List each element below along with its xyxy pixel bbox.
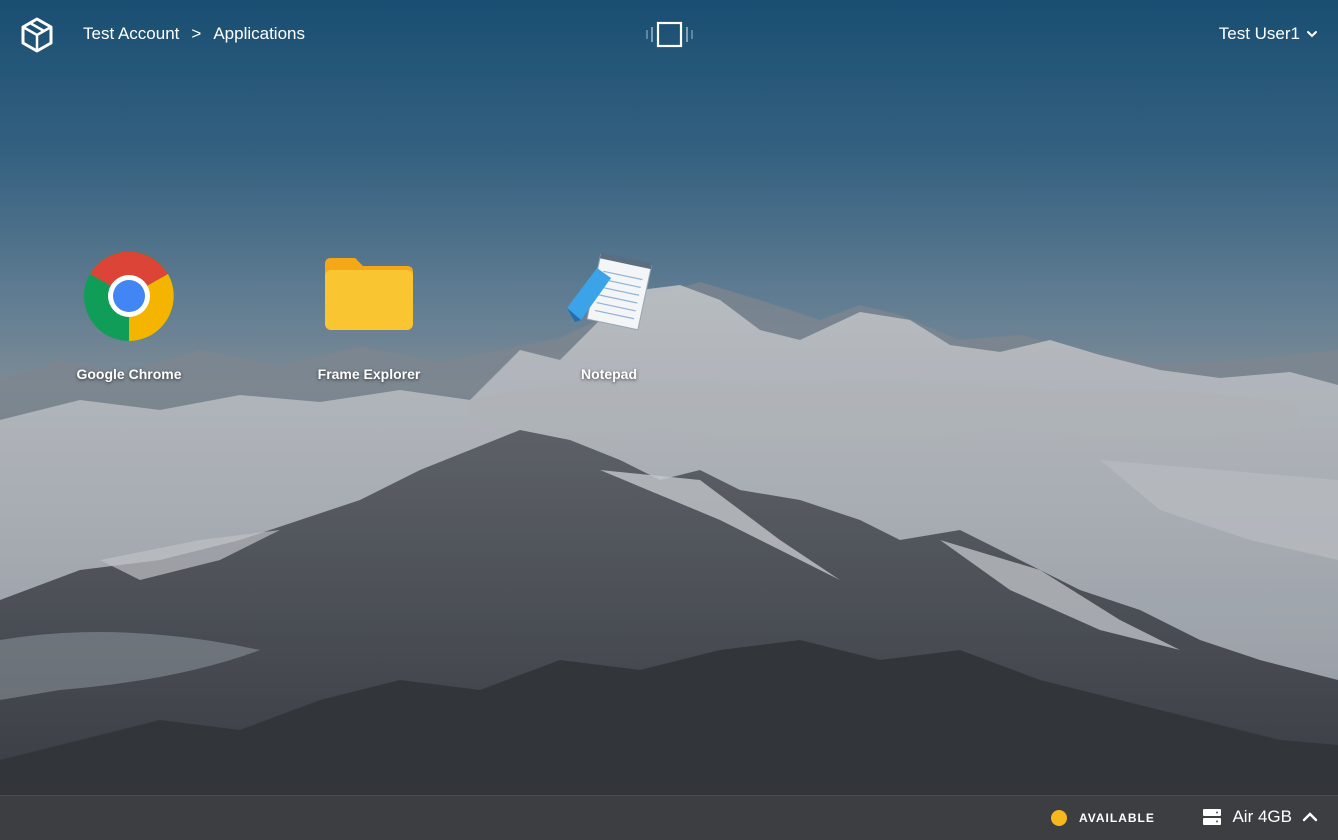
app-icon-wrapper bbox=[79, 248, 179, 348]
app-google-chrome[interactable]: Google Chrome bbox=[49, 248, 209, 382]
app-label: Frame Explorer bbox=[317, 366, 421, 382]
server-icon bbox=[1203, 809, 1222, 825]
app-frame-explorer[interactable]: Frame Explorer bbox=[289, 248, 449, 382]
breadcrumb-separator: > bbox=[191, 24, 202, 43]
notepad-icon bbox=[567, 252, 653, 331]
folder-icon bbox=[325, 258, 413, 330]
top-bar: Test Account > Applications Test User1 bbox=[0, 0, 1338, 70]
mountain-wallpaper bbox=[0, 0, 1338, 840]
app-label: Google Chrome bbox=[76, 366, 182, 382]
desktop: Test Account > Applications Test User1 G… bbox=[0, 0, 1338, 840]
user-menu[interactable]: Test User1 bbox=[1219, 24, 1318, 44]
app-icon-wrapper bbox=[559, 248, 659, 348]
chrome-icon bbox=[84, 251, 174, 341]
instance-selector[interactable]: Air 4GB bbox=[1202, 807, 1318, 827]
app-icon-wrapper bbox=[319, 248, 419, 348]
instance-label: Air 4GB bbox=[1232, 807, 1292, 826]
breadcrumb-account[interactable]: Test Account bbox=[83, 24, 179, 44]
app-label: Notepad bbox=[581, 366, 637, 382]
chevron-up-icon[interactable] bbox=[1302, 810, 1318, 824]
session-display-icon[interactable] bbox=[645, 20, 695, 50]
breadcrumb-applications[interactable]: Applications bbox=[213, 24, 305, 44]
status-dot bbox=[1051, 810, 1067, 826]
chevron-down-icon bbox=[1307, 31, 1317, 38]
session-status: AVAILABLE bbox=[1051, 810, 1155, 826]
breadcrumb: Test Account > Applications bbox=[83, 24, 305, 44]
user-name: Test User1 bbox=[1218, 24, 1300, 43]
cube-logo-icon[interactable] bbox=[20, 17, 54, 53]
app-notepad[interactable]: Notepad bbox=[529, 248, 689, 382]
bottom-status-bar: AVAILABLE Air 4GB bbox=[0, 795, 1338, 840]
status-text: AVAILABLE bbox=[1079, 811, 1155, 825]
